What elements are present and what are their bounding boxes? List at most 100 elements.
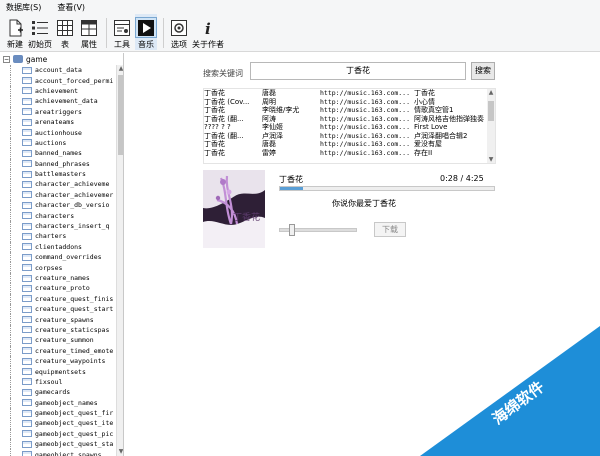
tree-table-item[interactable]: clientaddons <box>0 241 116 253</box>
tree-table-item[interactable]: corpses <box>0 262 116 273</box>
result-row[interactable]: ???? ? ? 李仙姬 http://music.163.com... First … <box>204 123 495 132</box>
result-row[interactable]: 丁香花 (Cov... 周明 http://music.163.com... 小心情 <box>204 98 495 107</box>
table-icon <box>22 274 32 282</box>
tree-table-item[interactable]: charters <box>0 231 116 242</box>
tree-table-item[interactable]: creature_spawns <box>0 314 116 325</box>
results-scroll-down-icon[interactable]: ▼ <box>487 156 495 163</box>
tree-table-item[interactable]: achievement <box>0 85 116 97</box>
tree-table-item[interactable]: arenateams <box>0 116 116 128</box>
tree-table-item[interactable]: achievement_data <box>0 96 116 107</box>
tree-scrollbar[interactable]: ▲ ▼ <box>116 65 123 456</box>
tree-table-item[interactable]: gameobject_spawns <box>0 449 116 456</box>
volume-slider[interactable] <box>279 224 357 236</box>
watermark-corner <box>420 326 600 456</box>
tools-button[interactable]: 工具 <box>111 14 133 50</box>
tree-table-item[interactable]: gameobject_quest_sta <box>0 439 116 450</box>
tree-table-item[interactable]: command_overrides <box>0 252 116 263</box>
tree-table-item[interactable]: banned_phrases <box>0 158 116 169</box>
tree-table-item[interactable]: creature_summon <box>0 335 116 346</box>
collapse-icon[interactable]: − <box>3 55 10 63</box>
tree-table-item[interactable]: character_achieveme <box>0 179 116 190</box>
search-input[interactable]: 丁香花 <box>250 62 466 80</box>
results-scrollbar-thumb[interactable] <box>488 101 494 121</box>
playback-progress-bar[interactable] <box>279 186 495 191</box>
result-row[interactable]: 丁香花 唐磊 http://music.163.com... 爱没有屋 <box>204 140 495 149</box>
tree-scrollbar-thumb[interactable] <box>118 75 123 155</box>
tree-table-item[interactable]: battlemasters <box>0 168 116 180</box>
result-album: 情歌真空管1 <box>414 106 454 114</box>
tree-table-item[interactable]: characters <box>0 210 116 221</box>
tree-root-game[interactable]: − game <box>0 53 123 65</box>
tree-table-item[interactable]: creature_quest_start <box>0 303 116 315</box>
download-button[interactable]: 下载 <box>374 222 406 237</box>
tree-table-item[interactable]: gameobject_names <box>0 397 116 408</box>
tree-table-item[interactable]: creature_names <box>0 272 116 284</box>
tree-table-item[interactable]: auctions <box>0 137 116 149</box>
menu-view[interactable]: 查看(V) <box>57 2 85 13</box>
init-page-button[interactable]: 初始页 <box>28 14 52 50</box>
tree-table-item[interactable]: creature_staticspas <box>0 324 116 336</box>
table-icon <box>22 409 32 417</box>
result-row[interactable]: 丁香花 唐磊 http://music.163.com... 丁香花 <box>204 89 495 98</box>
table-icon <box>22 357 32 365</box>
table-icon <box>22 368 32 376</box>
tree-table-item[interactable]: gamecards <box>0 387 116 398</box>
tree-table-item[interactable]: equipmentsets <box>0 366 116 377</box>
new-button[interactable]: 新建 <box>4 14 26 50</box>
search-button[interactable]: 搜索 <box>471 62 495 80</box>
tree-table-item[interactable]: fixsoul <box>0 376 116 388</box>
tree-table-item[interactable]: character_achievemer <box>0 189 116 201</box>
tree-table-item[interactable]: areatriggers <box>0 106 116 117</box>
result-row[interactable]: 丁香花 雷婷 http://music.163.com... 存在II <box>204 149 495 158</box>
now-playing-title: 丁香花 <box>279 175 303 184</box>
tree-table-label: gameobject_quest_pic <box>35 429 114 438</box>
tree-table-item[interactable]: creature_quest_finis <box>0 293 116 304</box>
result-row[interactable]: 丁香花 李晓维/李尤 http://music.163.com... 情歌真空管1 <box>204 106 495 115</box>
tree-table-item[interactable]: account_forced_permi <box>0 75 116 86</box>
tree-table-label: achievement <box>35 86 79 95</box>
scroll-up-arrow-icon[interactable]: ▲ <box>117 65 123 73</box>
result-album: 存在II <box>414 148 433 157</box>
tree-table-label: banned_phrases <box>35 159 90 168</box>
results-scroll-up-icon[interactable]: ▲ <box>487 89 495 96</box>
tree-table-item[interactable]: auctionhouse <box>0 127 116 138</box>
results-scrollbar[interactable]: ▲ ▼ <box>487 89 495 163</box>
table-icon <box>22 170 32 178</box>
tree-table-item[interactable]: banned_names <box>0 148 116 159</box>
tree-table-item[interactable]: gameobject_quest_pic <box>0 428 116 440</box>
tree-table-label: character_achieveme <box>35 180 110 189</box>
properties-button[interactable]: 属性 <box>78 14 100 50</box>
tree-table-item[interactable]: creature_proto <box>0 283 116 294</box>
tree-table-item[interactable]: creature_waypoints <box>0 355 116 367</box>
result-row[interactable]: 丁香花 (翻... 阿涛 http://music.163.com... 阿涛风格吉他… <box>204 115 495 124</box>
volume-slider-knob[interactable] <box>288 224 295 236</box>
tree-table-item[interactable]: gameobject_quest_fir <box>0 407 116 419</box>
about-author-button[interactable]: i 关于作者 <box>192 14 224 50</box>
search-results-list[interactable]: 丁香花 唐磊 http://music.163.com... 丁香花 丁香花 (Cov.… <box>203 88 496 164</box>
options-button[interactable]: 选项 <box>168 14 190 50</box>
tree-table-item[interactable]: creature_timed_emote <box>0 345 116 356</box>
result-url: http://music.163.com... <box>320 89 411 97</box>
result-row[interactable]: 丁香花 (翻... 卢润泽 http://music.163.com... 卢润泽翻唱… <box>204 132 495 141</box>
music-button[interactable]: 音乐 <box>135 14 157 50</box>
scroll-down-arrow-icon[interactable]: ▼ <box>117 448 123 456</box>
table-icon <box>22 201 32 209</box>
result-url: http://music.163.com... <box>320 131 411 140</box>
table-button[interactable]: 表 <box>54 14 76 50</box>
tree-table-label: creature_waypoints <box>35 357 106 366</box>
tree-table-label: clientaddons <box>35 242 82 251</box>
tree-table-label: account_forced_permi <box>35 76 114 85</box>
result-song: 丁香花 <box>204 140 225 148</box>
tree-table-item[interactable]: gameobject_quest_ite <box>0 418 116 429</box>
tree-table-item[interactable]: account_data <box>0 65 116 76</box>
menu-database[interactable]: 数据库(S) <box>6 2 41 13</box>
tree-table-label: auctionhouse <box>35 128 82 137</box>
table-icon <box>22 388 32 396</box>
tree-table-label: gameobject_quest_ite <box>35 419 114 428</box>
tree-table-item[interactable]: character_db_versio <box>0 200 116 211</box>
table-icon <box>22 77 32 85</box>
new-label: 新建 <box>7 40 23 49</box>
tree-table-label: achievement_data <box>35 97 98 106</box>
tree-table-item[interactable]: characters_insert_q <box>0 220 116 232</box>
tree-table-label: creature_quest_finis <box>35 294 114 303</box>
